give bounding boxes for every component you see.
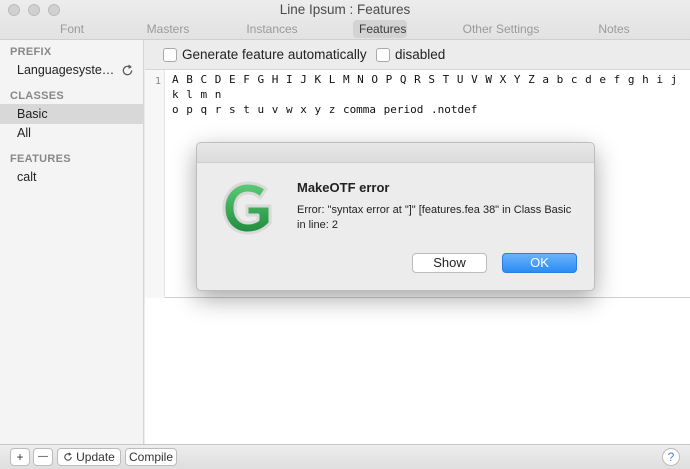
sidebar-item-languagesystems[interactable]: Languagesyste… bbox=[0, 60, 144, 80]
sidebar-item-label: Basic bbox=[17, 107, 48, 121]
compile-button[interactable]: Compile bbox=[125, 448, 177, 466]
title-bar: Line Ipsum : Features Font Masters Insta… bbox=[0, 0, 690, 40]
update-label: Update bbox=[76, 450, 115, 464]
code-line: o p q r s t u v w x y z comma period .no… bbox=[172, 103, 478, 116]
app-window: Line Ipsum : Features Font Masters Insta… bbox=[0, 0, 690, 469]
sidebar: PREFIX Languagesyste… CLASSES Basic All … bbox=[0, 40, 144, 444]
generate-automatically-checkbox[interactable] bbox=[163, 48, 177, 62]
dialog-title: MakeOTF error bbox=[297, 180, 390, 195]
sidebar-item-calt[interactable]: calt bbox=[0, 167, 144, 187]
feature-options-bar: Generate feature automatically disabled bbox=[145, 40, 690, 70]
sidebar-item-label: Languagesyste… bbox=[17, 63, 115, 77]
ok-button[interactable]: OK bbox=[502, 253, 577, 273]
generate-automatically-label: Generate feature automatically bbox=[182, 47, 367, 62]
makeotf-error-dialog: MakeOTF error Error: "syntax error at "]… bbox=[196, 142, 595, 291]
tab-bar: Font Masters Instances Features Other Se… bbox=[0, 20, 690, 38]
tab-instances[interactable]: Instances bbox=[240, 20, 304, 38]
dialog-title-bar bbox=[197, 143, 594, 163]
sidebar-item-all[interactable]: All bbox=[0, 123, 144, 143]
tab-other-settings[interactable]: Other Settings bbox=[457, 20, 545, 38]
dialog-message: Error: "syntax error at "]" [features.fe… bbox=[297, 204, 572, 231]
tab-features[interactable]: Features bbox=[353, 20, 407, 38]
tab-notes[interactable]: Notes bbox=[592, 20, 636, 38]
classes-header: CLASSES bbox=[10, 90, 65, 102]
features-header: FEATURES bbox=[10, 153, 71, 165]
notes-area bbox=[145, 299, 690, 444]
sidebar-item-label: All bbox=[17, 126, 31, 140]
bottom-toolbar: + — Update Compile ? bbox=[0, 444, 690, 469]
update-button[interactable]: Update bbox=[57, 448, 121, 466]
glyphs-app-icon bbox=[222, 181, 272, 235]
disabled-label: disabled bbox=[395, 47, 446, 62]
add-button[interactable]: + bbox=[10, 448, 30, 466]
window-title: Line Ipsum : Features bbox=[279, 2, 411, 17]
prefix-header: PREFIX bbox=[10, 46, 52, 58]
show-button[interactable]: Show bbox=[412, 253, 487, 273]
tab-masters[interactable]: Masters bbox=[140, 20, 196, 38]
sidebar-item-basic[interactable]: Basic bbox=[0, 104, 144, 124]
code-text[interactable]: A B C D E F G H I J K L M N O P Q R S T … bbox=[172, 72, 682, 117]
tab-font[interactable]: Font bbox=[52, 20, 92, 38]
refresh-icon[interactable] bbox=[121, 64, 134, 77]
line-number: 1 bbox=[155, 76, 162, 87]
help-button[interactable]: ? bbox=[662, 448, 680, 466]
line-number-gutter: 1 bbox=[145, 70, 165, 298]
remove-button[interactable]: — bbox=[33, 448, 53, 466]
sidebar-item-label: calt bbox=[17, 170, 37, 184]
refresh-icon bbox=[64, 452, 72, 461]
code-line: A B C D E F G H I J K L M N O P Q R S T … bbox=[172, 73, 678, 101]
disabled-checkbox[interactable] bbox=[376, 48, 390, 62]
